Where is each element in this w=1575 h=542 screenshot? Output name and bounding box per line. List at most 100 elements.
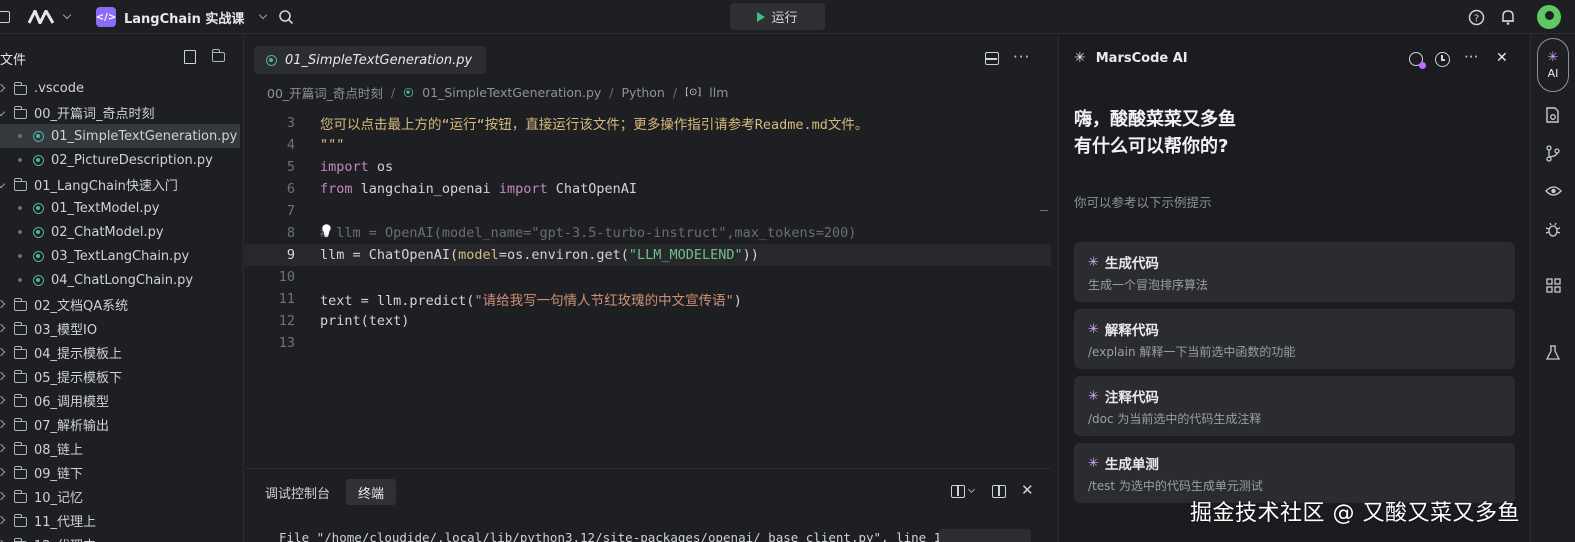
tree-item-label: 01_LangChain快速入门 — [34, 178, 178, 194]
code-text: print(text) — [320, 313, 409, 329]
code-token: langchain_openai — [352, 181, 499, 197]
folder-item[interactable]: 01_LangChain快速入门 — [0, 172, 240, 196]
example-prompt-card[interactable]: ✳ 解释代码/explain 解释一下当前选中函数的功能 — [1074, 309, 1515, 369]
file-item[interactable]: 01_SimpleTextGeneration.py — [0, 124, 240, 148]
notification-bell-icon[interactable] — [1500, 0, 1516, 34]
folder-item[interactable]: 04_提示模板上 — [0, 340, 240, 364]
card-subtitle: /doc 为当前选中的代码生成注释 — [1088, 412, 1262, 426]
search-icon[interactable] — [278, 0, 294, 34]
watermark: 掘金技术社区 @ 又酸又菜又多鱼 — [1190, 501, 1520, 526]
marscode-logo[interactable] — [28, 0, 54, 34]
chevron-right-icon — [0, 371, 6, 381]
tab-simple-text-generation[interactable]: 01_SimpleTextGeneration.py — [254, 46, 486, 74]
code-token: import — [320, 159, 369, 175]
sparkle-icon: ✳ — [1074, 50, 1086, 66]
chevron-down-icon[interactable] — [62, 0, 72, 34]
file-item[interactable]: 03_TextLangChain.py — [0, 244, 240, 268]
split-editor-icon[interactable] — [985, 52, 999, 65]
tab-terminal[interactable]: 终端 — [346, 479, 397, 505]
code-text: from langchain_openai import ChatOpenAI — [320, 181, 637, 197]
folder-item[interactable]: 06_调用模型 — [0, 388, 240, 412]
terminal-popup — [939, 529, 1031, 542]
new-folder-icon[interactable] — [211, 49, 225, 62]
testing-flask-icon[interactable] — [1544, 344, 1562, 362]
code-line: 12 print(text) — [245, 310, 1051, 332]
line-number: 12 — [278, 313, 295, 329]
file-item[interactable]: 02_PictureDescription.py — [0, 148, 240, 172]
folder-icon — [13, 321, 27, 335]
tree-item-label: 09_链下 — [34, 466, 84, 482]
folder-item[interactable]: 07_解析输出 — [0, 412, 240, 436]
code-token: llm = ChatOpenAI( — [320, 247, 459, 263]
sidebar-toggle-button[interactable] — [0, 0, 14, 34]
project-switcher[interactable]: </> LangChain 实战课 — [96, 0, 268, 34]
file-item[interactable]: 01_TextModel.py — [0, 196, 240, 220]
example-prompt-card[interactable]: ✳ 生成代码 生成一个冒泡排序算法 — [1074, 242, 1515, 302]
breadcrumb-folder[interactable]: 00_开篇词_奇点时刻 — [267, 83, 383, 102]
folder-item[interactable]: 12_代理中 — [0, 532, 240, 542]
tree-item-label: 04_ChatLongChain.py — [51, 272, 194, 288]
more-icon[interactable]: ··· — [1013, 48, 1030, 66]
split-terminal-icon[interactable] — [992, 485, 1006, 498]
file-item[interactable]: 02_ChatModel.py — [0, 220, 240, 244]
file-item[interactable]: 04_ChatLongChain.py — [0, 268, 240, 292]
tab-debug-console[interactable]: 调试控制台 — [253, 479, 342, 505]
folder-item[interactable]: 03_模型IO — [0, 316, 240, 340]
folder-item[interactable]: 02_文档QA系统 — [0, 292, 240, 316]
more-icon[interactable]: ··· — [1464, 48, 1478, 66]
ai-title: MarsCode AI — [1095, 50, 1188, 66]
sparkle-icon: ✳ — [1088, 455, 1099, 471]
chevron-right-icon — [0, 347, 6, 357]
folder-item[interactable]: 11_代理上 — [0, 508, 240, 532]
folder-icon — [13, 393, 27, 407]
breadcrumb-language[interactable]: Python — [622, 85, 665, 100]
chevron-right-icon — [0, 443, 6, 453]
source-control-icon[interactable] — [1544, 144, 1562, 162]
layout-icon[interactable] — [951, 485, 965, 498]
folder-item[interactable]: .vscode — [0, 76, 240, 100]
chevron-down-icon[interactable] — [967, 485, 976, 494]
greeting-line-1: 嗨，酸酸菜菜又多鱼 — [1074, 109, 1236, 130]
tree-item-label: 03_TextLangChain.py — [51, 248, 190, 264]
close-icon[interactable]: ✕ — [1496, 50, 1508, 66]
history-icon[interactable] — [1435, 52, 1450, 67]
ai-rail-button[interactable]: ✳ AI — [1537, 38, 1569, 92]
folder-item[interactable]: 08_链上 — [0, 436, 240, 460]
file-search-icon[interactable] — [1544, 106, 1562, 124]
line-number: 3 — [286, 115, 295, 131]
new-file-icon[interactable] — [184, 50, 196, 64]
folder-item[interactable]: 09_链下 — [0, 460, 240, 484]
chevron-right-icon — [0, 515, 6, 525]
python-file-icon — [33, 226, 44, 238]
tree-indent-dot — [18, 158, 22, 162]
code-editor: 01_SimpleTextGeneration.py ··· 00_开篇词_奇点… — [245, 34, 1051, 462]
svg-text:?: ? — [1474, 13, 1479, 24]
help-icon[interactable]: ? — [1468, 0, 1485, 34]
tree-indent-dot — [18, 134, 22, 138]
tree-item-label: 02_ChatModel.py — [51, 224, 164, 240]
ai-assistant-panel: ✳ MarsCode AI ··· ✕ 嗨，酸酸菜菜又多鱼 有什么可以帮你的? … — [1058, 34, 1529, 542]
tree-indent-dot — [18, 278, 22, 282]
extensions-grid-icon[interactable] — [1544, 276, 1562, 294]
example-prompt-card[interactable]: ✳ 生成单测/test 为选中的代码生成单元测试 — [1074, 443, 1515, 503]
avatar[interactable] — [1537, 0, 1561, 34]
folder-item[interactable]: 05_提示模板下 — [0, 364, 240, 388]
breadcrumb-file[interactable]: 01_SimpleTextGeneration.py — [422, 85, 601, 100]
line-number: 7 — [286, 203, 295, 219]
folder-item[interactable]: 00_开篇词_奇点时刻 — [0, 100, 240, 124]
run-button[interactable]: 运行 — [730, 3, 825, 30]
ai-header: ✳ MarsCode AI — [1074, 50, 1188, 66]
activity-rail: ✳ AI — [1530, 34, 1575, 542]
terminal-output: File "/home/cloudide/.local/lib/python3.… — [279, 530, 939, 542]
card-title-text: 生成单测 — [1104, 457, 1159, 473]
code-icon: </> — [96, 7, 116, 27]
breadcrumb-symbol[interactable]: llm — [709, 85, 728, 100]
new-chat-icon[interactable] — [1409, 52, 1426, 69]
close-icon[interactable]: ✕ — [1021, 481, 1034, 499]
lightbulb-icon[interactable]: 💡 — [319, 224, 334, 238]
line-number: 10 — [278, 269, 295, 285]
folder-item[interactable]: 10_记忆 — [0, 484, 240, 508]
debug-bug-icon[interactable] — [1544, 220, 1562, 238]
example-prompt-card[interactable]: ✳ 注释代码/doc 为当前选中的代码生成注释 — [1074, 376, 1515, 436]
preview-eye-icon[interactable] — [1544, 182, 1562, 200]
